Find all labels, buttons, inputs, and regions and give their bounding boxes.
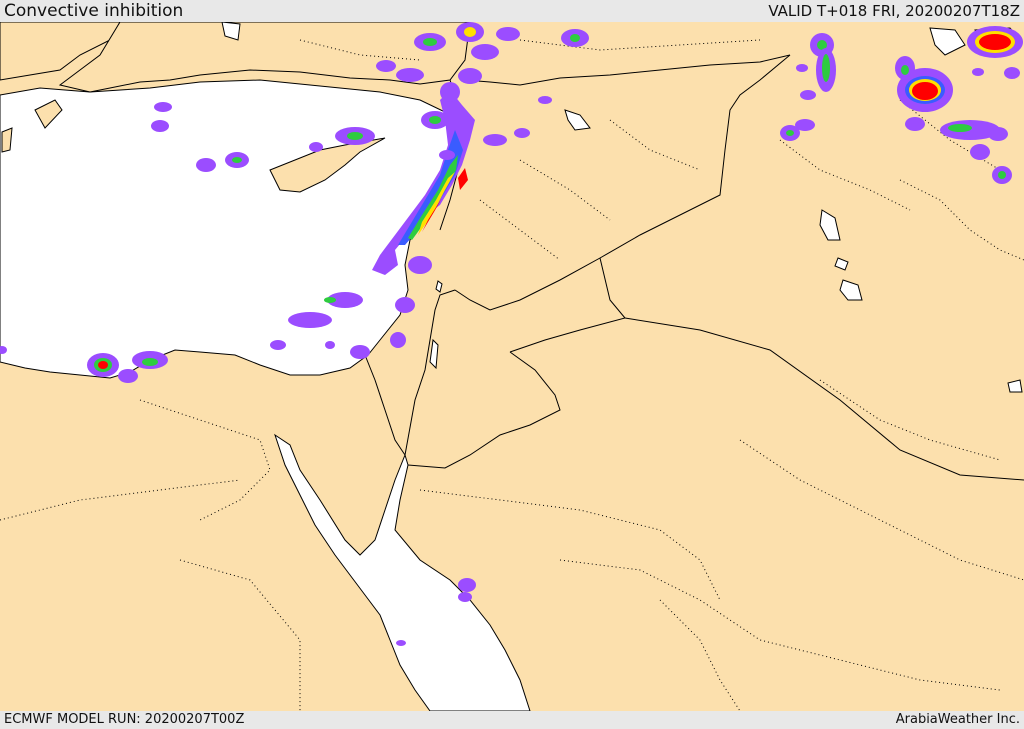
- cin-blob: [988, 127, 1008, 141]
- cin-blob: [483, 134, 507, 146]
- cin-blob: [979, 34, 1011, 50]
- cin-blob: [948, 124, 972, 132]
- cin-blob: [270, 340, 286, 350]
- credit-label: ArabiaWeather Inc.: [895, 712, 1020, 727]
- cin-blob: [288, 312, 332, 328]
- cin-blob: [325, 341, 335, 349]
- cin-blob: [396, 640, 406, 646]
- cin-blob: [154, 102, 172, 112]
- cin-blob: [395, 297, 415, 313]
- cin-blob: [350, 345, 370, 359]
- cin-blob: [538, 96, 552, 104]
- cin-blob: [324, 297, 336, 303]
- cin-blob: [514, 128, 530, 138]
- cin-blob: [796, 64, 808, 72]
- cin-blob: [390, 332, 406, 348]
- cin-blob: [905, 117, 925, 131]
- cin-blob: [972, 68, 984, 76]
- cin-blob: [471, 44, 499, 60]
- cin-blob: [458, 68, 482, 84]
- cin-blob: [496, 27, 520, 41]
- weather-map[interactable]: [0, 22, 1024, 711]
- cin-blob: [786, 130, 794, 136]
- cin-blob: [912, 82, 938, 100]
- cin-blob: [970, 144, 990, 160]
- cin-blob: [408, 256, 432, 274]
- cin-blob: [396, 68, 424, 82]
- cin-blob: [232, 157, 242, 163]
- cin-blob: [998, 171, 1006, 179]
- cin-blob: [440, 82, 460, 102]
- valid-time-label: VALID T+018 FRI, 20200207T18Z: [768, 2, 1020, 20]
- cin-blob: [901, 65, 909, 75]
- island: [1, 127, 13, 153]
- cin-blob: [800, 90, 816, 100]
- cin-blob: [822, 54, 830, 82]
- cin-blob: [118, 369, 138, 383]
- cin-blob: [196, 158, 216, 172]
- cin-blob: [423, 38, 437, 46]
- cin-blob: [376, 60, 396, 72]
- cin-blob: [458, 578, 476, 592]
- cin-blob: [429, 116, 441, 124]
- map-title: Convective inhibition: [4, 1, 184, 21]
- model-run-label: ECMWF MODEL RUN: 20200207T00Z: [4, 712, 245, 727]
- cin-blob: [464, 27, 476, 37]
- cin-blob: [309, 142, 323, 152]
- cin-blob: [1004, 67, 1020, 79]
- cin-blob: [98, 361, 108, 369]
- cin-blob: [151, 120, 169, 132]
- cin-blob: [458, 592, 472, 602]
- cin-blob: [142, 358, 158, 366]
- cin-blob: [347, 132, 363, 140]
- cin-blob: [570, 34, 580, 42]
- cin-blob: [439, 150, 455, 160]
